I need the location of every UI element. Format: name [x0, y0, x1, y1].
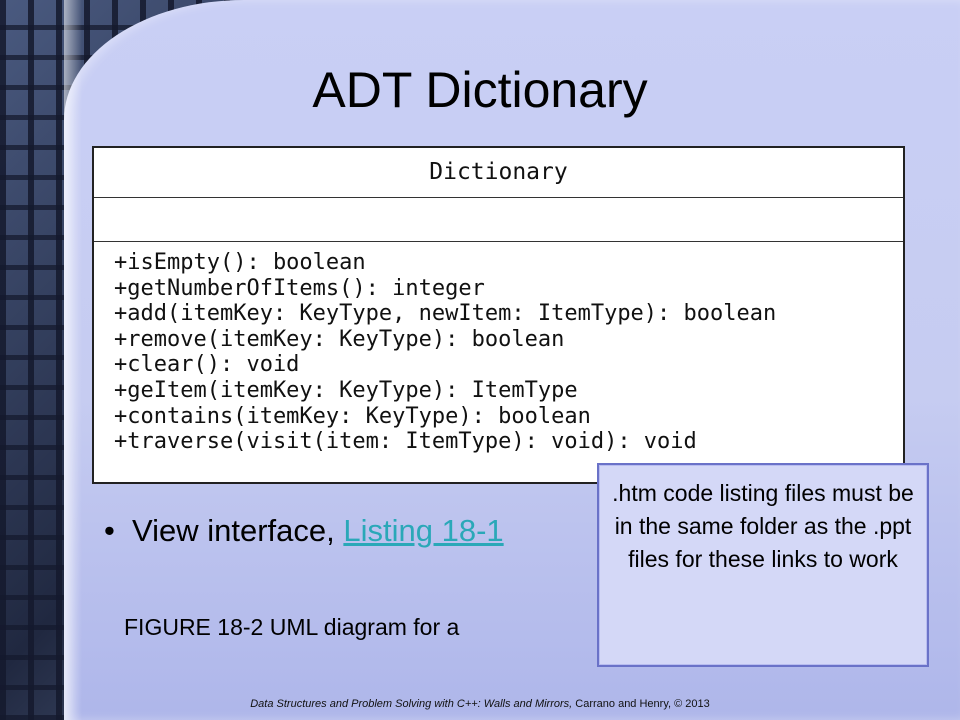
uml-operation: +geItem(itemKey: KeyType): ItemType: [114, 377, 578, 403]
uml-operations-section: +isEmpty(): boolean +getNumberOfItems():…: [94, 242, 903, 455]
uml-attributes-section: [94, 198, 903, 242]
footer-authors: Carrano and Henry, © 2013: [572, 698, 710, 710]
uml-class-name: Dictionary: [94, 148, 903, 198]
figure-caption: FIGURE 18-2 UML diagram for a: [124, 614, 460, 640]
uml-operation: +add(itemKey: KeyType, newItem: ItemType…: [114, 301, 777, 327]
uml-class-diagram: Dictionary +isEmpty(): boolean +getNumbe…: [92, 146, 905, 484]
bullet-text: View interface,: [132, 513, 344, 548]
uml-operation: +remove(itemKey: KeyType): boolean: [114, 326, 565, 352]
uml-operation: +contains(itemKey: KeyType): boolean: [114, 403, 591, 429]
note-callout: .htm code listing files must be in the s…: [597, 463, 929, 667]
bullet-icon: •: [104, 513, 115, 548]
uml-operation: +isEmpty(): boolean: [114, 250, 366, 275]
slide-title: ADT Dictionary: [312, 62, 648, 118]
uml-operation: +traverse(visit(item: ItemType): void): …: [114, 429, 697, 455]
uml-operation: +getNumberOfItems(): integer: [114, 275, 485, 301]
uml-operation: +clear(): void: [114, 352, 300, 378]
footer-book-title: Data Structures and Problem Solving with…: [250, 698, 573, 710]
slide-footer: Data Structures and Problem Solving with…: [0, 698, 960, 710]
listing-link[interactable]: Listing 18-1: [343, 513, 503, 548]
bullet-item: • View interface, Listing 18-1: [104, 513, 504, 549]
